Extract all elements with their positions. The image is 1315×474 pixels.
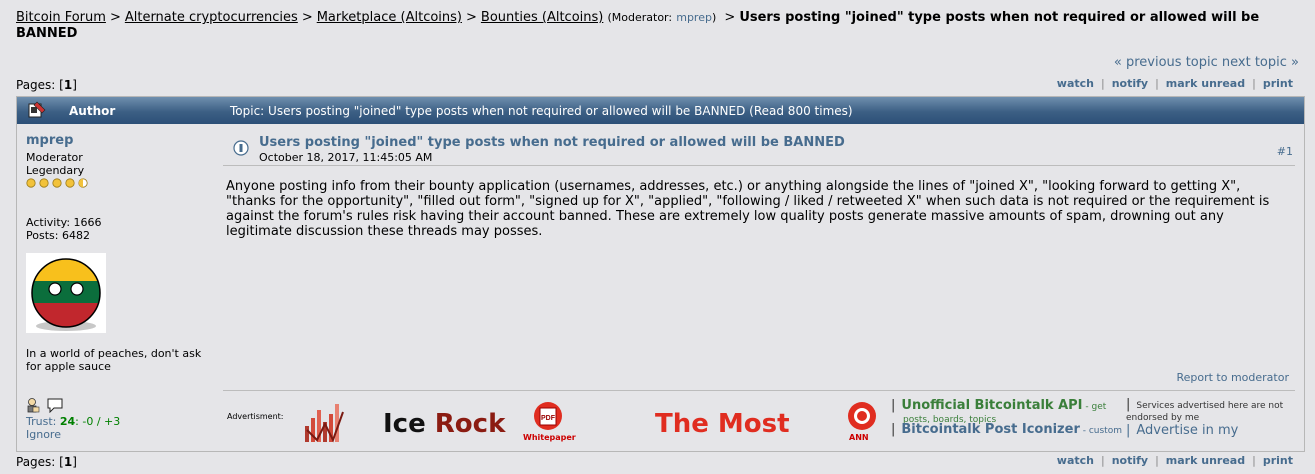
post-body: Anyone posting info from their bounty ap…: [226, 179, 1270, 239]
ice-text: Ice: [383, 409, 426, 439]
advertisement-label: Advertisment:: [227, 412, 284, 421]
divider: |: [1126, 397, 1131, 412]
breadcrumb-marketplace[interactable]: Marketplace (Altcoins): [317, 10, 462, 25]
disclaimer-text: Services advertised here are not endorse…: [1126, 401, 1284, 423]
pages-label: Pages: [: [16, 455, 64, 469]
avatar: [26, 253, 106, 333]
trust-positive: +3: [104, 415, 121, 428]
divider: |: [1252, 454, 1256, 467]
divider: |: [1100, 77, 1105, 90]
advertise-row: | Advertise in my: [1126, 423, 1238, 438]
mark-unread-button[interactable]: mark unread: [1166, 454, 1245, 467]
ice-rock-banner: Ice Rock: [383, 409, 505, 439]
pagination-top: Pages: [1]: [16, 78, 77, 92]
the-most-banner: The Most: [655, 409, 790, 439]
author-icon: [28, 101, 46, 118]
trust-negative: : -0 /: [75, 415, 105, 428]
breadcrumb-separator: >: [724, 10, 736, 25]
topic-actions-top: watch | notify | mark unread | print: [1057, 77, 1293, 90]
breadcrumb-bounties[interactable]: Bounties (Altcoins): [481, 10, 603, 25]
moderator-label: (Moderator:: [607, 11, 673, 24]
advertise-link[interactable]: Advertise in my: [1136, 423, 1238, 438]
mark-unread-button[interactable]: mark unread: [1166, 77, 1245, 90]
print-button[interactable]: print: [1263, 454, 1293, 467]
post-date: October 18, 2017, 11:45:05 AM: [259, 151, 433, 164]
pages-close: ]: [72, 78, 77, 92]
signature-disclaimer: | Services advertised here are not endors…: [1126, 397, 1299, 437]
poster-group: Moderator: [26, 151, 83, 164]
report-to-moderator-link[interactable]: Report to moderator: [1176, 371, 1289, 384]
poster-name[interactable]: mprep: [26, 134, 73, 147]
topic-frame: Author Topic: Users posting "joined" typ…: [16, 96, 1305, 452]
breadcrumb-separator: >: [109, 10, 121, 25]
moderator-close: ): [711, 11, 717, 24]
divider: |: [891, 422, 896, 437]
topic-column-header: Topic: Users posting "joined" type posts…: [230, 104, 853, 118]
notify-button[interactable]: notify: [1112, 454, 1148, 467]
trust-score[interactable]: Trust: 24: -0 / +3: [26, 415, 120, 428]
ice-rock-logo-icon: [305, 404, 344, 443]
divider: |: [891, 398, 896, 413]
trust-value: 24: [59, 415, 76, 428]
moderator-link[interactable]: mprep: [676, 11, 712, 24]
divider: [223, 165, 1295, 166]
poster-posts: Posts: 6482: [26, 229, 90, 242]
current-page: 1: [63, 78, 73, 92]
post-info-icon: [233, 140, 249, 156]
divider: |: [1126, 423, 1131, 438]
pages-close: ]: [72, 455, 77, 469]
breadcrumb-forum[interactable]: Bitcoin Forum: [16, 10, 106, 25]
personal-text: In a world of peaches, don't ask for app…: [26, 347, 202, 373]
previous-topic-link[interactable]: « previous topic: [1114, 55, 1218, 70]
poster-activity: Activity: 1666: [26, 216, 102, 229]
whitepaper-text: Whitepaper: [523, 433, 576, 442]
breadcrumb-separator: >: [301, 10, 313, 25]
rank-coins-icon: [26, 178, 88, 188]
svg-text:PDF: PDF: [541, 415, 556, 422]
divider: |: [1100, 454, 1105, 467]
divider: |: [1155, 454, 1159, 467]
post-number[interactable]: #1: [1277, 145, 1293, 158]
current-page: 1: [63, 455, 73, 469]
profile-pm-icon[interactable]: [26, 397, 66, 413]
iconizer-row: | Bitcointalk Post Iconizer - custom: [891, 423, 1122, 438]
post-iconizer-link[interactable]: Bitcointalk Post Iconizer: [901, 422, 1079, 437]
bitcointalk-api-link[interactable]: Unofficial Bitcointalk API: [901, 398, 1082, 413]
ignore-link[interactable]: Ignore: [26, 428, 61, 441]
breadcrumb-alternate-cryptocurrencies[interactable]: Alternate cryptocurrencies: [125, 10, 298, 25]
pagination-bottom: Pages: [1]: [16, 455, 77, 469]
api-row: | Unofficial Bitcointalk API - get: [891, 399, 1123, 414]
poster-rank: Legendary: [26, 164, 85, 177]
author-column-header: Author: [69, 104, 116, 118]
topic-navigation: « previous topic next topic »: [1114, 55, 1299, 70]
next-topic-link[interactable]: next topic »: [1222, 55, 1299, 70]
notify-button[interactable]: notify: [1112, 77, 1148, 90]
post-subject[interactable]: Users posting "joined" type posts when n…: [259, 135, 845, 150]
divider: [223, 390, 1295, 391]
rock-text: Rock: [425, 409, 506, 439]
topic-header: Author Topic: Users posting "joined" typ…: [17, 97, 1304, 124]
topic-actions-bottom: watch | notify | mark unread | print: [1057, 454, 1293, 467]
post: Users posting "joined" type posts when n…: [223, 125, 1299, 445]
poster-info: mprep Moderator Legendary Activity: 1666…: [17, 125, 221, 445]
breadcrumb-separator: >: [466, 10, 477, 25]
watch-button[interactable]: watch: [1057, 77, 1094, 90]
divider: |: [1252, 77, 1256, 90]
api-description: - get: [1082, 402, 1107, 412]
pages-label: Pages: [: [16, 78, 64, 92]
divider: |: [1155, 77, 1159, 90]
signature-advertisement[interactable]: Advertisment: Ice Rock PDF Whitepaper Th…: [223, 395, 1299, 445]
watch-button[interactable]: watch: [1057, 454, 1094, 467]
breadcrumb: Bitcoin Forum > Alternate cryptocurrencies…: [16, 10, 1301, 42]
print-button[interactable]: print: [1263, 77, 1293, 90]
iconizer-description: - custom: [1079, 426, 1122, 436]
ann-text: ANN: [849, 433, 869, 442]
trust-label: Trust:: [26, 415, 57, 428]
signature-links: | Unofficial Bitcointalk API - get posts,…: [891, 399, 1123, 436]
